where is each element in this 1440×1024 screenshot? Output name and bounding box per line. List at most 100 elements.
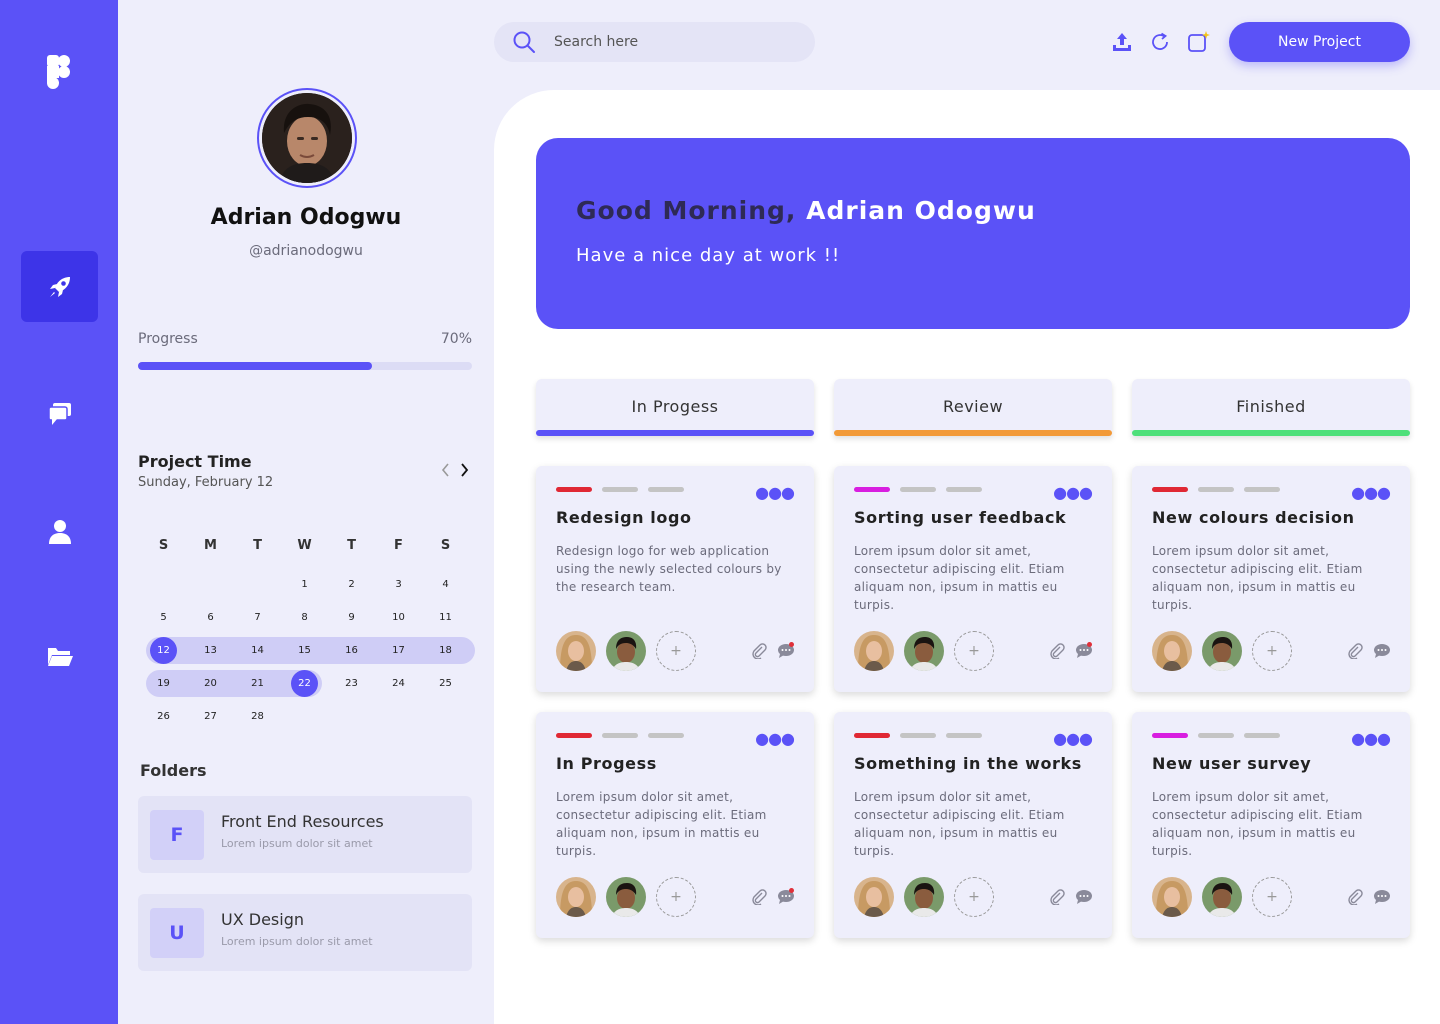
add-assignee-button[interactable]: + xyxy=(656,877,696,917)
assignee-avatar[interactable] xyxy=(854,877,894,917)
attachment-icon[interactable] xyxy=(751,889,767,905)
left-nav xyxy=(0,0,118,1024)
calendar-day[interactable]: 28 xyxy=(234,703,281,730)
weekday-label: F xyxy=(394,538,403,553)
card-description: Lorem ipsum dolor sit amet, consectetur … xyxy=(854,544,1065,612)
assignee-avatar[interactable] xyxy=(904,631,944,671)
calendar-day[interactable]: 20 xyxy=(187,670,234,697)
assignee-avatar[interactable] xyxy=(556,631,596,671)
greeting-banner: Good Morning, Adrian Odogwu Have a nice … xyxy=(536,138,1410,329)
calendar-day[interactable]: 2 xyxy=(328,571,375,598)
folder-item[interactable]: F Front End Resources Lorem ipsum dolor … xyxy=(138,796,472,873)
calendar-day[interactable]: 13 xyxy=(187,637,234,664)
calendar-day[interactable]: 8 xyxy=(281,604,328,631)
assignee-avatar[interactable] xyxy=(606,877,646,917)
search-input[interactable] xyxy=(554,31,794,53)
task-card[interactable]: ●●● Something in the works Lorem ipsum dol… xyxy=(834,712,1112,938)
nav-item-profile[interactable] xyxy=(21,496,98,567)
tab-review[interactable]: Review xyxy=(834,379,1112,436)
assignee-avatar[interactable] xyxy=(1202,631,1242,671)
add-assignee-button[interactable]: + xyxy=(1252,631,1292,671)
more-options-icon[interactable]: ●●● xyxy=(1351,729,1391,748)
add-assignee-button[interactable]: + xyxy=(656,631,696,671)
progress-label: Progress xyxy=(138,331,198,347)
calendar-day[interactable]: 15 xyxy=(281,637,328,664)
nav-item-projects[interactable] xyxy=(21,251,98,322)
task-card[interactable]: ●●● New colours decision Lorem ipsum dolor… xyxy=(1132,466,1410,692)
attachment-icon[interactable] xyxy=(751,643,767,659)
chevron-right-icon[interactable] xyxy=(457,461,471,479)
calendar-day[interactable]: 23 xyxy=(328,670,375,697)
attachment-icon[interactable] xyxy=(1347,889,1363,905)
calendar-day[interactable]: 25 xyxy=(422,670,469,697)
calendar-day[interactable]: 12 xyxy=(140,637,187,664)
new-project-button[interactable]: New Project xyxy=(1229,22,1410,62)
calendar-day[interactable]: 17 xyxy=(375,637,422,664)
greeting-heading: Good Morning, Adrian Odogwu xyxy=(576,196,1036,225)
new-window-icon[interactable] xyxy=(1187,30,1211,54)
task-card[interactable]: ●●● In Progess Lorem ipsum dolor sit amet,… xyxy=(536,712,814,938)
comment-icon[interactable] xyxy=(1075,889,1093,905)
task-card[interactable]: ●●● Redesign logo Redesign logo for web ap… xyxy=(536,466,814,692)
task-card[interactable]: ●●● Sorting user feedback Lorem ipsum dolo… xyxy=(834,466,1112,692)
assignee-avatar[interactable] xyxy=(606,631,646,671)
assignee-avatar[interactable] xyxy=(1152,877,1192,917)
calendar-day[interactable]: 16 xyxy=(328,637,375,664)
nav-item-files[interactable] xyxy=(21,620,98,691)
folder-name: Front End Resources xyxy=(221,812,384,831)
calendar-day[interactable]: 1 xyxy=(281,571,328,598)
calendar-empty-cell xyxy=(375,703,422,730)
more-options-icon[interactable]: ●●● xyxy=(1053,483,1093,502)
calendar-day[interactable]: 18 xyxy=(422,637,469,664)
calendar-day[interactable]: 27 xyxy=(187,703,234,730)
calendar-empty-cell xyxy=(281,703,328,730)
assignee-avatar[interactable] xyxy=(854,631,894,671)
calendar-day[interactable]: 9 xyxy=(328,604,375,631)
task-card[interactable]: ●●● New user survey Lorem ipsum dolor sit … xyxy=(1132,712,1410,938)
tab-in-progress[interactable]: In Progess xyxy=(536,379,814,436)
refresh-icon[interactable] xyxy=(1148,30,1172,54)
calendar-day[interactable]: 3 xyxy=(375,571,422,598)
assignee-avatar[interactable] xyxy=(1152,631,1192,671)
chevron-left-icon[interactable] xyxy=(439,461,453,479)
more-options-icon[interactable]: ●●● xyxy=(755,483,795,502)
attachment-icon[interactable] xyxy=(1347,643,1363,659)
calendar-day[interactable]: 21 xyxy=(234,670,281,697)
calendar-day[interactable]: 7 xyxy=(234,604,281,631)
calendar-day[interactable]: 10 xyxy=(375,604,422,631)
attachment-icon[interactable] xyxy=(1049,643,1065,659)
calendar-day[interactable]: 26 xyxy=(140,703,187,730)
more-options-icon[interactable]: ●●● xyxy=(1351,483,1391,502)
card-title: Something in the works xyxy=(854,754,1082,773)
calendar-day[interactable]: 24 xyxy=(375,670,422,697)
calendar-day[interactable]: 19 xyxy=(140,670,187,697)
calendar-day[interactable]: 6 xyxy=(187,604,234,631)
assignee-avatar[interactable] xyxy=(556,877,596,917)
search-bar[interactable] xyxy=(494,22,815,62)
more-options-icon[interactable]: ●●● xyxy=(755,729,795,748)
add-assignee-button[interactable]: + xyxy=(954,631,994,671)
calendar-day[interactable]: 22 xyxy=(281,670,328,697)
comment-icon[interactable] xyxy=(1373,889,1391,905)
figma-logo-icon[interactable] xyxy=(44,54,74,90)
calendar-day[interactable]: 11 xyxy=(422,604,469,631)
tab-finished[interactable]: Finished xyxy=(1132,379,1410,436)
profile-avatar[interactable] xyxy=(257,88,357,188)
add-assignee-button[interactable]: + xyxy=(954,877,994,917)
upload-icon[interactable] xyxy=(1110,30,1134,54)
profile-name: Adrian Odogwu xyxy=(210,205,402,230)
folder-item[interactable]: U UX Design Lorem ipsum dolor sit amet xyxy=(138,894,472,971)
more-options-icon[interactable]: ●●● xyxy=(1053,729,1093,748)
calendar-day[interactable]: 5 xyxy=(140,604,187,631)
add-assignee-button[interactable]: + xyxy=(1252,877,1292,917)
attachment-icon[interactable] xyxy=(1049,889,1065,905)
nav-item-messages[interactable] xyxy=(21,378,98,449)
assignee-avatar[interactable] xyxy=(904,877,944,917)
calendar-day[interactable]: 4 xyxy=(422,571,469,598)
folder-icon xyxy=(47,647,73,666)
calendar-week: 5 6 7 8 9 10 11 xyxy=(140,601,472,634)
calendar-week: 19 20 21 22 23 24 25 xyxy=(140,667,472,700)
assignee-avatar[interactable] xyxy=(1202,877,1242,917)
calendar-day[interactable]: 14 xyxy=(234,637,281,664)
comment-icon[interactable] xyxy=(1373,643,1391,659)
